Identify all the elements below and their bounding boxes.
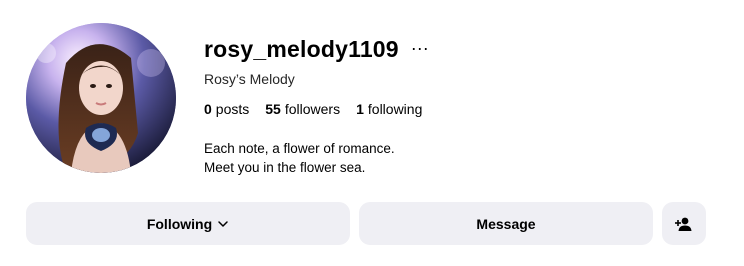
following-button-label: Following xyxy=(146,215,213,232)
following-label: following xyxy=(367,101,423,117)
person-add-icon xyxy=(675,217,692,231)
following-button[interactable]: Following xyxy=(26,202,350,245)
more-options-icon[interactable]: ··· xyxy=(409,39,431,57)
message-button[interactable]: Message xyxy=(359,202,653,245)
username-row: rosy_melody1109 ··· xyxy=(204,36,431,63)
posts-stat: 0 posts xyxy=(204,101,249,117)
posts-count: 0 xyxy=(204,101,212,117)
followers-stat[interactable]: 55 followers xyxy=(265,101,340,117)
message-button-label: Message xyxy=(476,215,536,232)
bio: Each note, a flower of romance. Meet you… xyxy=(204,139,395,177)
following-count: 1 xyxy=(356,101,364,117)
avatar-image xyxy=(26,23,176,173)
display-name: Rosy’s Melody xyxy=(204,71,295,87)
chevron-down-icon xyxy=(218,220,228,227)
username: rosy_melody1109 xyxy=(204,36,399,62)
avatar[interactable] xyxy=(26,23,176,173)
bio-line: Each note, a flower of romance. xyxy=(204,141,395,156)
profile-stats: 0 posts 55 followers 1 following xyxy=(204,101,422,117)
posts-label: posts xyxy=(215,101,250,117)
followers-label: followers xyxy=(284,101,341,117)
following-stat[interactable]: 1 following xyxy=(356,101,422,117)
add-user-button[interactable] xyxy=(662,202,706,245)
bio-line: Meet you in the flower sea. xyxy=(204,160,366,175)
followers-count: 55 xyxy=(265,101,281,117)
